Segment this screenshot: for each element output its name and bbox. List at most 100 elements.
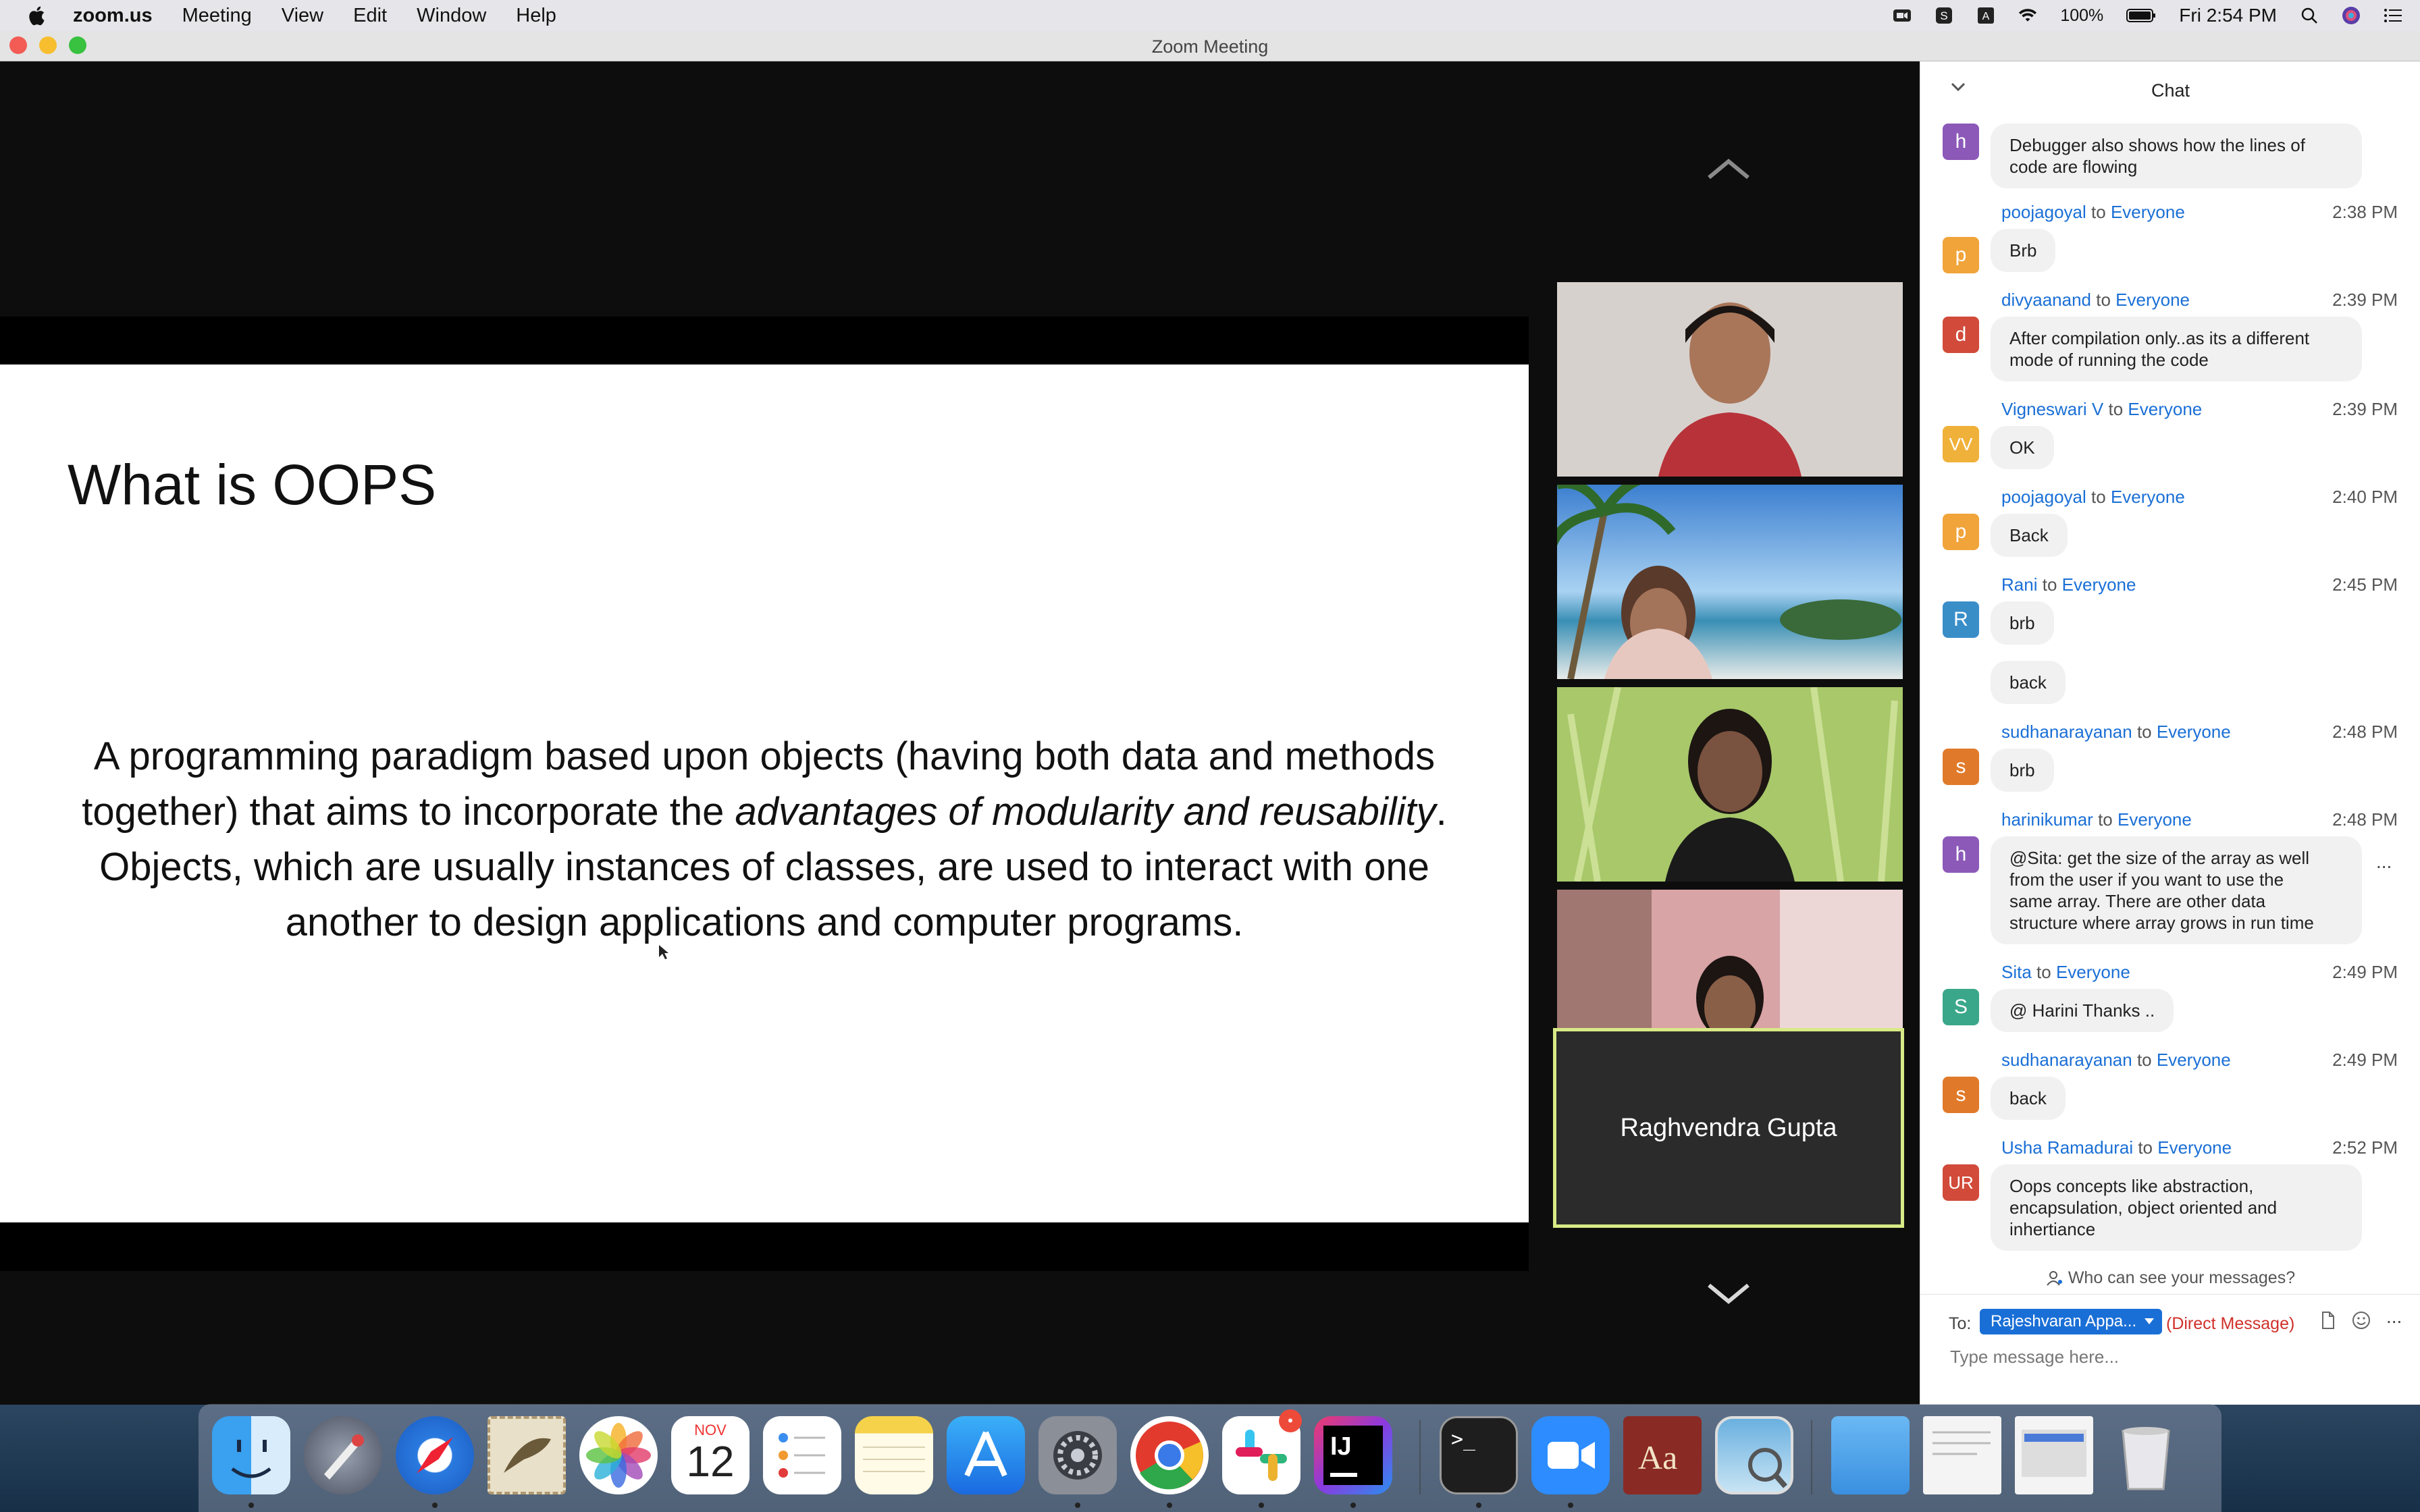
recipient-name[interactable]: Everyone — [2118, 809, 2192, 830]
menu-edit[interactable]: Edit — [353, 5, 387, 27]
finder-icon[interactable] — [212, 1416, 290, 1494]
spotlight-search-icon[interactable] — [2300, 6, 2319, 25]
notification-center-icon[interactable] — [2384, 6, 2402, 25]
message-line: Brb — [2009, 240, 2037, 261]
photos-icon[interactable] — [579, 1416, 658, 1494]
message-sender[interactable]: poojagoyal to Everyone — [2001, 202, 2185, 223]
file-attach-icon[interactable] — [2317, 1310, 2338, 1330]
wifi-icon[interactable] — [2018, 6, 2037, 25]
reminders-icon[interactable] — [763, 1416, 841, 1494]
message-sender[interactable]: poojagoyal to Everyone — [2001, 487, 2185, 508]
menu-app-name[interactable]: zoom.us — [73, 5, 153, 27]
message-line: encapsulation, object oriented and — [2009, 1197, 2278, 1218]
system-preferences-icon[interactable] — [1038, 1416, 1117, 1494]
document-stack-icon[interactable] — [1923, 1416, 2001, 1494]
input-source-icon[interactable]: A — [1976, 6, 1995, 25]
screenshot-stack-icon[interactable] — [2015, 1416, 2093, 1494]
message-line: @ Harini Thanks .. — [2009, 1000, 2155, 1021]
active-speaker-tile[interactable]: Raghvendra Gupta — [1553, 1028, 1904, 1228]
launchpad-icon[interactable] — [304, 1416, 382, 1494]
message-sender[interactable]: sudhanarayanan to Everyone — [2001, 1050, 2231, 1071]
message-bubble[interactable]: Debugger also shows how the lines of code… — [1991, 124, 2362, 188]
message-sender[interactable]: harinikumar to Everyone — [2001, 809, 2192, 830]
preview-icon[interactable] — [1715, 1416, 1793, 1494]
message-bubble[interactable]: OK — [1991, 426, 2054, 469]
scroll-up-arrow-icon[interactable] — [1705, 156, 1752, 183]
slack-icon[interactable]: • — [1222, 1409, 1302, 1494]
mail-icon[interactable] — [488, 1416, 566, 1494]
recipient-name[interactable]: Everyone — [2157, 1137, 2232, 1158]
avatar: h — [1943, 124, 1979, 160]
message-bubble[interactable]: back — [1991, 1077, 2066, 1120]
message-bubble[interactable]: Back — [1991, 514, 2068, 557]
sender-name[interactable]: poojagoyal — [2001, 487, 2086, 507]
slide-letterbox-bottom — [0, 1222, 1529, 1271]
sender-name[interactable]: poojagoyal — [2001, 202, 2086, 222]
chat-header: Chat — [1920, 61, 2420, 124]
message-bubble[interactable]: brb — [1991, 601, 2054, 645]
video-tile-participant-2[interactable] — [1557, 485, 1903, 679]
video-tile-participant-3[interactable] — [1557, 687, 1903, 882]
message-bubble[interactable]: Oops concepts like abstraction, encapsula… — [1991, 1164, 2362, 1251]
message-bubble[interactable]: back — [1991, 661, 2066, 704]
message-sender[interactable]: sudhanarayanan to Everyone — [2001, 722, 2231, 742]
safari-icon[interactable] — [396, 1416, 474, 1494]
recipient-name[interactable]: Everyone — [2062, 574, 2136, 595]
message-line: @Sita: get the size of the array as well — [2009, 848, 2310, 868]
recipient-name[interactable]: Everyone — [2115, 290, 2190, 310]
recipient-name[interactable]: Everyone — [2111, 202, 2185, 222]
message-sender[interactable]: Usha Ramadurai to Everyone — [2001, 1137, 2232, 1158]
message-sender[interactable]: Sita to Everyone — [2001, 962, 2130, 983]
sender-name[interactable]: Rani — [2001, 574, 2037, 595]
apple-icon[interactable] — [27, 4, 46, 27]
compose-more-options[interactable]: ... — [2386, 1306, 2402, 1328]
dictionary-icon[interactable]: Aa — [1623, 1416, 1702, 1494]
message-visibility-info[interactable]: Who can see your messages? — [1920, 1268, 2420, 1288]
message-bubble[interactable]: @ Harini Thanks .. — [1991, 989, 2174, 1032]
message-bubble[interactable]: brb — [1991, 749, 2054, 792]
menu-window[interactable]: Window — [417, 5, 486, 27]
recipient-name[interactable]: Everyone — [2056, 962, 2130, 982]
zoom-icon[interactable] — [1531, 1416, 1610, 1494]
intellij-icon[interactable]: IJ — [1314, 1416, 1392, 1494]
trash-icon[interactable] — [2107, 1416, 2185, 1494]
folder-icon[interactable] — [1831, 1416, 1910, 1494]
s-app-icon[interactable]: S — [1935, 6, 1953, 25]
battery-icon[interactable] — [2126, 6, 2156, 25]
recipient-name[interactable]: Everyone — [2111, 487, 2185, 507]
menu-clock[interactable]: Fri 2:54 PM — [2179, 5, 2277, 26]
calendar-icon[interactable]: NOV 12 — [671, 1416, 749, 1494]
recipient-name[interactable]: Everyone — [2157, 1050, 2231, 1070]
terminal-icon[interactable]: >_ — [1440, 1416, 1518, 1494]
notes-icon[interactable] — [855, 1416, 933, 1494]
menu-view[interactable]: View — [282, 5, 323, 27]
message-bubble[interactable]: Brb — [1991, 229, 2056, 272]
recipient-name[interactable]: Everyone — [2128, 399, 2202, 419]
menu-help[interactable]: Help — [516, 5, 556, 27]
video-tile-participant-1[interactable] — [1557, 282, 1903, 477]
recipient-name[interactable]: Everyone — [2157, 722, 2231, 742]
sender-name[interactable]: sudhanarayanan — [2001, 1050, 2132, 1070]
message-sender[interactable]: Vigneswari V to Everyone — [2001, 399, 2202, 420]
sender-name[interactable]: harinikumar — [2001, 809, 2093, 830]
app-store-icon[interactable] — [947, 1416, 1025, 1494]
message-sender[interactable]: divyaanand to Everyone — [2001, 290, 2190, 310]
sender-name[interactable]: sudhanarayanan — [2001, 722, 2132, 742]
to-label: To: — [1949, 1314, 1972, 1333]
emoji-icon[interactable] — [2351, 1310, 2371, 1330]
chrome-icon[interactable] — [1130, 1416, 1209, 1494]
siri-icon[interactable] — [2342, 6, 2361, 25]
message-sender[interactable]: Rani to Everyone — [2001, 574, 2136, 595]
zoom-status-icon[interactable] — [1893, 6, 1912, 25]
scroll-down-arrow-icon[interactable] — [1705, 1280, 1752, 1307]
message-bubble[interactable]: @Sita: get the size of the array as well… — [1991, 836, 2362, 944]
menu-meeting[interactable]: Meeting — [182, 5, 252, 27]
message-bubble[interactable]: After compilation only..as its a differe… — [1991, 317, 2362, 381]
sender-name[interactable]: divyaanand — [2001, 290, 2091, 310]
message-more-options[interactable]: ... — [2376, 851, 2392, 873]
sender-name[interactable]: Vigneswari V — [2001, 399, 2103, 419]
sender-name[interactable]: Usha Ramadurai — [2001, 1137, 2133, 1158]
sender-name[interactable]: Sita — [2001, 962, 2032, 982]
message-input[interactable]: Type message here... — [1950, 1347, 2119, 1368]
recipient-dropdown[interactable]: Rajeshvaran Appa... — [1980, 1309, 2162, 1334]
